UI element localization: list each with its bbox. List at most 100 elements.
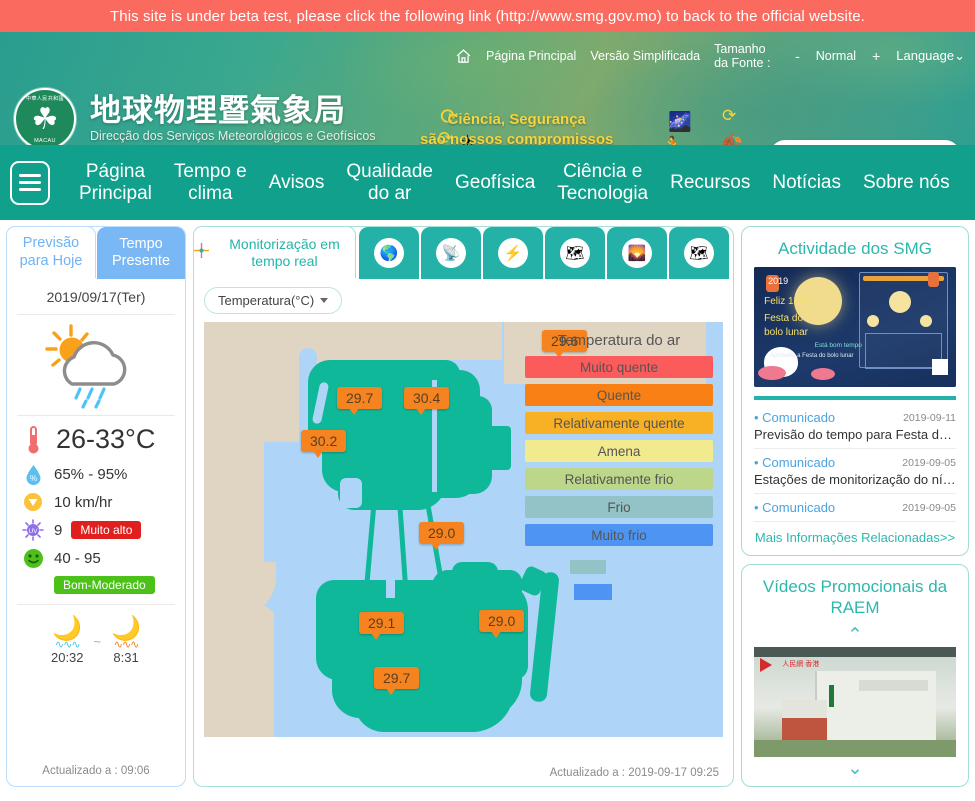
map-chart-icon: 🗺 bbox=[684, 238, 714, 268]
main-navigation: Página Principal Tempo e clima Avisos Qu… bbox=[0, 145, 975, 220]
humidity-drop-icon: % bbox=[21, 464, 45, 485]
sun-moon-times: 🌙 ∿∿∿ 20:32 ~ 🌙 ∿∿∿ 8:31 bbox=[17, 604, 175, 665]
air-quality-row: 40 - 95 bbox=[21, 548, 185, 569]
tab-satellite[interactable]: 📡 bbox=[421, 227, 481, 279]
moon-horizon-icon: 🌙 bbox=[111, 617, 141, 641]
nav-item-sobre-nos[interactable]: Sobre nós bbox=[852, 172, 961, 193]
tab-previsao-para-hoje[interactable]: Previsão para Hoje bbox=[6, 226, 96, 278]
home-icon[interactable] bbox=[455, 48, 472, 65]
tab-map-chart[interactable]: 🗺 bbox=[545, 227, 605, 279]
video-thumbnail[interactable]: 人民網 香港 bbox=[754, 647, 956, 757]
legend-item-muito-frio: Muito frio bbox=[525, 524, 713, 546]
tab-lightning[interactable]: ⚡ bbox=[483, 227, 543, 279]
tab-map-chart-2[interactable]: 🗺 bbox=[669, 227, 729, 279]
map-chart-icon: 🗺 bbox=[560, 238, 590, 268]
moonrise-time: 8:31 bbox=[111, 650, 141, 665]
legend-item-relativamente-quente: Relativamente quente bbox=[525, 412, 713, 434]
video-watermark: 人民網 香港 bbox=[782, 659, 819, 669]
moonrise-block: 🌙 ∿∿∿ 8:31 bbox=[111, 617, 141, 665]
air-quality-status-badge: Bom-Moderado bbox=[54, 576, 155, 594]
uv-index-value: 9 bbox=[54, 522, 62, 539]
air-quality-badge-row: Bom-Moderado bbox=[21, 576, 185, 594]
font-normal-button[interactable]: Normal bbox=[816, 49, 856, 63]
emblem-top-text: 中華人民共和國 bbox=[16, 95, 74, 102]
lightning-icon: ⚡ bbox=[498, 238, 528, 268]
nav-item-noticias[interactable]: Notícias bbox=[761, 172, 852, 193]
emblem-bottom-text: MACAU bbox=[16, 138, 74, 144]
nav-item-recursos[interactable]: Recursos bbox=[659, 172, 761, 193]
decorative-swirl-right-icon: ⟳ bbox=[722, 106, 736, 126]
radar-icon: 🌎 bbox=[374, 238, 404, 268]
promo-line-1: Feliz 13/9 bbox=[764, 296, 807, 307]
slogan-line-2: são nossos compromissos bbox=[420, 130, 613, 145]
site-logo[interactable]: 中華人民共和國 ☘ MACAU 地球物理暨氣象局 Direcção dos Se… bbox=[14, 88, 376, 145]
moon-sea-icon: 🌙 bbox=[51, 617, 84, 641]
news-title[interactable]: Previsão do tempo para Festa do bo... bbox=[754, 427, 956, 442]
moonset-time: 20:32 bbox=[51, 650, 84, 665]
temperature-value: 26-33°C bbox=[56, 424, 155, 455]
humidity-value: 65% - 95% bbox=[54, 466, 127, 483]
parameter-select[interactable]: Temperatura(°C) bbox=[204, 287, 342, 314]
uv-index-row: UV 9 Muito alto bbox=[21, 519, 185, 541]
more-info-link[interactable]: Mais Informações Relacionadas>> bbox=[754, 522, 956, 547]
forecast-date: 2019/09/17(Ter) bbox=[17, 279, 175, 315]
font-increase-button[interactable]: + bbox=[870, 48, 882, 64]
chevron-down-icon: ⌄ bbox=[954, 48, 965, 63]
station-marker[interactable]: 29.7 bbox=[374, 667, 419, 689]
station-marker[interactable]: 29.1 bbox=[359, 612, 404, 634]
news-list-item[interactable]: Comunicado 2019-09-05 bbox=[754, 494, 956, 522]
map-panel-tabs: Monitorização em tempo real 🌎 📡 ⚡ 🗺 🌄 🗺 bbox=[194, 227, 733, 279]
tab-monitorizacao-tempo-real[interactable]: Monitorização em tempo real bbox=[193, 226, 356, 278]
beta-test-banner: This site is under beta test, please cli… bbox=[0, 0, 975, 32]
tab-radar[interactable]: 🌎 bbox=[359, 227, 419, 279]
times-separator: ~ bbox=[94, 634, 102, 665]
tab-photo[interactable]: 🌄 bbox=[607, 227, 667, 279]
nav-item-ciencia-e-tecnologia[interactable]: Ciência e Tecnologia bbox=[546, 161, 659, 204]
photo-landscape-icon: 🌄 bbox=[622, 238, 652, 268]
today-panel-tabs: Previsão para Hoje Tempo Presente bbox=[7, 227, 185, 279]
nav-item-tempo-e-clima[interactable]: Tempo e clima bbox=[163, 161, 258, 204]
satellite-icon: 📡 bbox=[436, 238, 466, 268]
news-list-item[interactable]: Comunicado 2019-09-05 Estações de monito… bbox=[754, 449, 956, 494]
news-category: Comunicado bbox=[754, 455, 835, 470]
left-column: Previsão para Hoje Tempo Presente 2019/0… bbox=[6, 226, 186, 801]
font-decrease-button[interactable]: - bbox=[793, 48, 802, 64]
utility-home-link[interactable]: Página Principal bbox=[486, 49, 576, 63]
tab-tempo-presente[interactable]: Tempo Presente bbox=[97, 227, 185, 279]
promo-sub-2: Aproveite a Festa do bolo lunar bbox=[770, 353, 853, 359]
horizon-wave-icon: ∿∿∿ bbox=[111, 641, 141, 650]
chevron-down-icon[interactable]: ⌄ bbox=[754, 759, 956, 778]
nav-item-qualidade-do-ar[interactable]: Qualidade do ar bbox=[335, 161, 444, 204]
language-selector[interactable]: Language⌄ bbox=[896, 48, 965, 64]
station-marker[interactable]: 29.0 bbox=[479, 610, 524, 632]
station-marker[interactable]: 30.2 bbox=[301, 430, 346, 452]
nav-item-avisos[interactable]: Avisos bbox=[258, 172, 336, 193]
station-marker[interactable]: 29.7 bbox=[337, 387, 382, 409]
nav-item-pagina-principal[interactable]: Página Principal bbox=[68, 161, 163, 204]
svg-text:%: % bbox=[29, 474, 36, 483]
station-network-icon bbox=[194, 243, 209, 262]
svg-text:UV: UV bbox=[28, 528, 38, 535]
today-forecast-panel: Previsão para Hoje Tempo Presente 2019/0… bbox=[6, 226, 186, 787]
today-updated-time: Actualizado a : 09:06 bbox=[7, 765, 185, 777]
smiley-face-icon bbox=[21, 548, 45, 569]
news-category: Comunicado bbox=[754, 500, 835, 515]
news-list-item[interactable]: Comunicado 2019-09-11 Previsão do tempo … bbox=[754, 404, 956, 449]
station-marker[interactable]: 29.0 bbox=[419, 522, 464, 544]
station-marker[interactable]: 30.4 bbox=[404, 387, 449, 409]
hamburger-menu-icon[interactable] bbox=[10, 161, 50, 205]
utility-simplified-link[interactable]: Versão Simplificada bbox=[590, 49, 700, 63]
weather-metrics: 26-33°C % 65% - 95% bbox=[7, 416, 185, 594]
temperature-map[interactable]: 29.6 29.7 30.4 30.2 29.0 29.1 29.0 29.7 … bbox=[204, 322, 723, 737]
nav-item-geofisica[interactable]: Geofísica bbox=[444, 172, 546, 193]
promo-line-3: bolo lunar bbox=[764, 327, 808, 338]
air-quality-value: 40 - 95 bbox=[54, 550, 101, 567]
promo-line-2: Festa do bbox=[764, 313, 803, 324]
map-updated-time: Actualizado a : 2019-09-17 09:25 bbox=[550, 767, 719, 779]
mid-autumn-promo-image[interactable]: 2019 Feliz 13/9 Festa do bolo lunar Está… bbox=[754, 267, 956, 387]
chevron-up-icon[interactable]: ⌃ bbox=[754, 626, 956, 645]
legend-item-amena: Amena bbox=[525, 440, 713, 462]
lotus-glyph: ☘ bbox=[32, 105, 59, 135]
temperature-row: 26-33°C bbox=[21, 424, 185, 455]
news-title[interactable]: Estações de monitorização do nível ... bbox=[754, 472, 956, 487]
